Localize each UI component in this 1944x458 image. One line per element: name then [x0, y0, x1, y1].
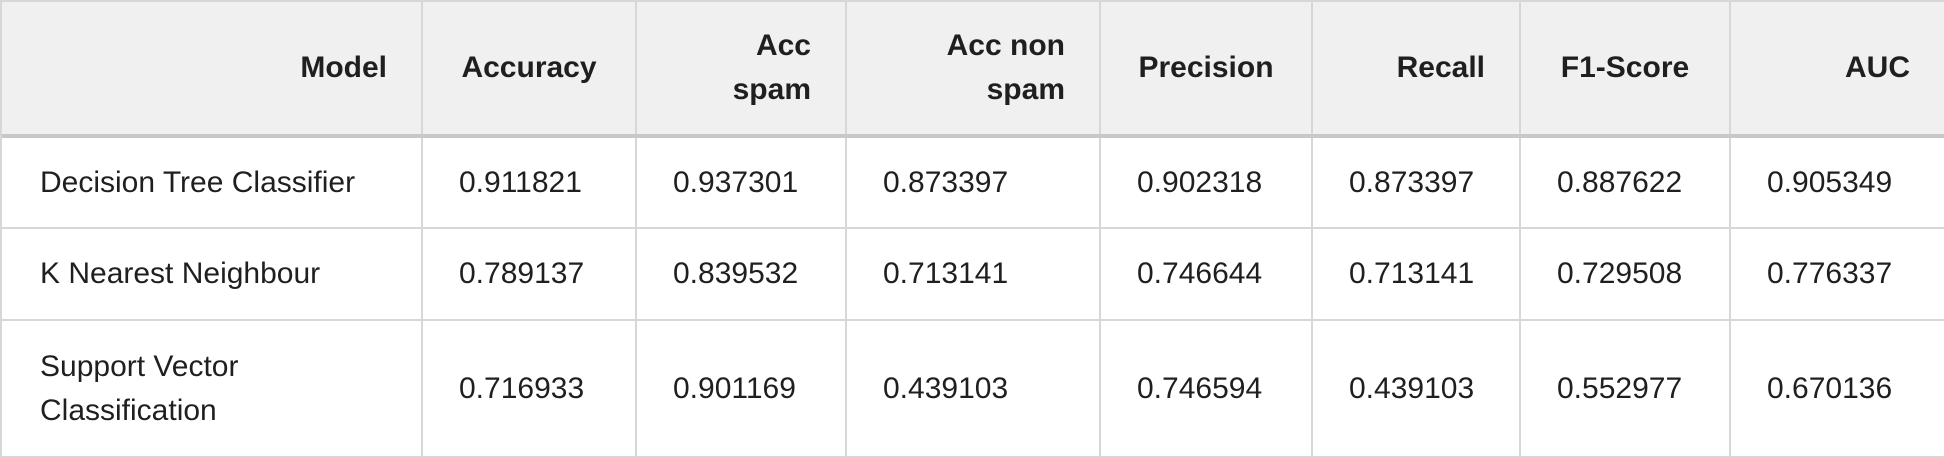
- header-accuracy: Accuracy: [422, 2, 637, 138]
- header-auc: AUC: [1730, 2, 1944, 138]
- cell-auc: 0.670136: [1767, 371, 1893, 405]
- cell-acc-non-spam: 0.873397: [846, 136, 1101, 229]
- cell-accuracy: 0.789137: [422, 228, 637, 321]
- cell-acc-spam: 0.937301: [636, 136, 847, 229]
- cell-f1-score: 0.887622: [1520, 136, 1731, 229]
- cell-auc: 0.776337: [1730, 228, 1944, 321]
- cell-accuracy: 0.716933: [422, 320, 637, 456]
- cell-precision: 0.746594: [1100, 320, 1313, 456]
- cell-model: Decision Tree Classifier: [2, 136, 423, 229]
- cell-model: Support Vector Classification: [2, 320, 423, 456]
- cell-acc-spam: 0.839532: [636, 228, 847, 321]
- table-row: Decision Tree Classifier 0.911821 0.9373…: [2, 136, 1944, 229]
- cell-auc: 0.905349: [1730, 136, 1944, 229]
- table-row: K Nearest Neighbour 0.789137 0.839532 0.…: [2, 228, 1944, 321]
- cell-model: K Nearest Neighbour: [2, 228, 423, 321]
- header-acc-non-spam: Acc non spam: [846, 2, 1101, 138]
- model-metrics-table: Model Accuracy Acc spam Acc non spam Pre…: [2, 2, 1944, 456]
- header-model: Model: [2, 2, 423, 138]
- header-row: Model Accuracy Acc spam Acc non spam Pre…: [2, 2, 1944, 138]
- cell-recall: 0.713141: [1312, 228, 1521, 321]
- header-precision: Precision: [1100, 2, 1313, 138]
- table-body: Decision Tree Classifier 0.911821 0.9373…: [2, 136, 1944, 456]
- table-header: Model Accuracy Acc spam Acc non spam Pre…: [2, 2, 1944, 138]
- cell-accuracy: 0.911821: [422, 136, 637, 229]
- cell-precision: 0.902318: [1100, 136, 1313, 229]
- cell-recall: 0.873397: [1312, 136, 1521, 229]
- cell-recall: 0.439103: [1312, 320, 1521, 456]
- header-f1-score: F1-Score: [1520, 2, 1731, 138]
- cell-precision: 0.746644: [1100, 228, 1313, 321]
- cell-f1-score: 0.729508: [1520, 228, 1731, 321]
- cell-acc-non-spam: 0.713141: [846, 228, 1101, 321]
- cell-acc-non-spam: 0.439103: [846, 320, 1101, 456]
- table-row: Support Vector Classification 0.716933 0…: [2, 320, 1944, 456]
- header-acc-spam: Acc spam: [636, 2, 847, 138]
- cell-acc-spam: 0.901169: [636, 320, 847, 456]
- header-recall: Recall: [1312, 2, 1521, 138]
- cell-f1-score: 0.552977: [1520, 320, 1731, 456]
- results-table-container: Model Accuracy Acc spam Acc non spam Pre…: [0, 0, 1944, 458]
